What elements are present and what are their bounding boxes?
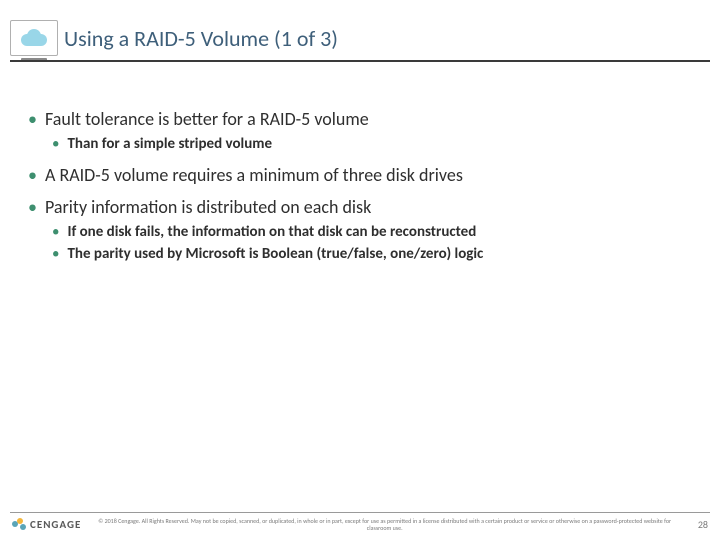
copyright-text: © 2018 Cengage. All Rights Reserved. May…	[81, 518, 688, 532]
brand-logo-icon	[12, 518, 26, 532]
bullet-level1: • Parity information is distributed on e…	[28, 196, 692, 218]
slide: Using a RAID-5 Volume (1 of 3) • Fault t…	[0, 0, 720, 540]
slide-header: Using a RAID-5 Volume (1 of 3)	[0, 0, 720, 62]
bullet-marker: •	[28, 196, 37, 218]
header-divider	[10, 60, 710, 62]
bullet-marker: •	[52, 244, 59, 264]
cloud-icon	[19, 29, 49, 47]
slide-content: • Fault tolerance is better for a RAID-5…	[0, 62, 720, 264]
bullet-text: A RAID-5 volume requires a minimum of th…	[45, 164, 463, 186]
bullet-marker: •	[52, 134, 59, 154]
bullet-level2: • Than for a simple striped volume	[52, 134, 692, 154]
bullet-text: Parity information is distributed on eac…	[45, 196, 371, 218]
bullet-text: If one disk fails, the information on th…	[67, 222, 476, 242]
brand-name: CENGAGE	[30, 518, 81, 531]
footer-divider	[10, 512, 710, 513]
bullet-marker: •	[28, 108, 37, 130]
bullet-level1: • A RAID-5 volume requires a minimum of …	[28, 164, 692, 186]
brand: CENGAGE	[12, 518, 81, 532]
slide-title: Using a RAID-5 Volume (1 of 3)	[64, 25, 338, 52]
page-number: 28	[688, 518, 708, 531]
bullet-text: The parity used by Microsoft is Boolean …	[67, 244, 483, 264]
bullet-marker: •	[28, 164, 37, 186]
bullet-text: Fault tolerance is better for a RAID-5 v…	[45, 108, 369, 130]
bullet-text: Than for a simple striped volume	[67, 134, 272, 154]
bullet-marker: •	[52, 222, 59, 242]
bullet-level2: • The parity used by Microsoft is Boolea…	[52, 244, 692, 264]
bullet-level2: • If one disk fails, the information on …	[52, 222, 692, 242]
bullet-level1: • Fault tolerance is better for a RAID-5…	[28, 108, 692, 130]
title-icon-frame	[10, 20, 58, 56]
slide-footer: CENGAGE © 2018 Cengage. All Rights Reser…	[0, 518, 720, 532]
